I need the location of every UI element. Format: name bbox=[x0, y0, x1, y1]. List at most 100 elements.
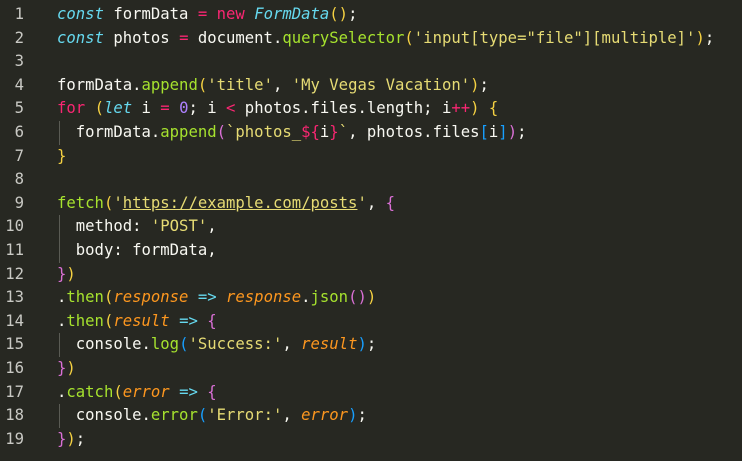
code-text[interactable]: } bbox=[57, 145, 66, 169]
code-token: response bbox=[226, 288, 302, 307]
code-token: ) bbox=[66, 264, 76, 283]
code-text[interactable]: .then(response => response.json()) bbox=[57, 286, 376, 310]
line-number: 8 bbox=[14, 170, 24, 189]
code-token: { bbox=[385, 193, 396, 212]
code-token: i bbox=[132, 99, 161, 118]
code-text[interactable]: formData.append(`photos_${i}`, photos.fi… bbox=[57, 121, 527, 145]
code-token: 'POST' bbox=[150, 217, 208, 236]
code-line[interactable]: 6 formData.append(`photos_${i}`, photos.… bbox=[0, 120, 742, 145]
code-token: . bbox=[57, 311, 67, 330]
code-token: method: bbox=[57, 217, 151, 236]
code-token: { bbox=[207, 311, 217, 330]
line-number: 15 bbox=[5, 335, 24, 354]
code-line[interactable]: 11 body: formData, bbox=[0, 238, 742, 263]
code-token: document. bbox=[188, 28, 283, 47]
code-token: ( bbox=[103, 311, 114, 330]
code-token: then bbox=[66, 311, 104, 330]
code-line[interactable]: 19}); bbox=[0, 428, 742, 452]
code-token: result bbox=[301, 335, 358, 354]
code-token: , bbox=[282, 406, 302, 425]
code-token: } bbox=[57, 264, 67, 283]
code-line[interactable]: 4 formData.append('title', 'My Vegas Vaca… bbox=[0, 74, 742, 98]
code-token: } bbox=[57, 358, 67, 377]
code-line[interactable]: 15 console.log('Success:', result); bbox=[0, 333, 742, 357]
code-text[interactable]: console.log('Success:', result); bbox=[57, 333, 376, 357]
code-token: const bbox=[57, 5, 104, 23]
line-number: 4 bbox=[14, 75, 24, 94]
line-number: 3 bbox=[14, 52, 24, 71]
code-token: , bbox=[272, 75, 292, 94]
code-text[interactable]: for (let i = 0; i < photos.files.length;… bbox=[57, 97, 498, 121]
code-line[interactable]: 13 .then(response => response.json()) bbox=[0, 286, 742, 310]
code-token: 'input[type="file"][multiple]' bbox=[413, 28, 696, 47]
code-token: ) bbox=[366, 288, 377, 307]
line-number: 17 bbox=[5, 382, 24, 401]
code-token: append bbox=[160, 122, 217, 141]
code-token: 'My Vegas Vacation' bbox=[291, 75, 471, 94]
code-token: `photos_ bbox=[226, 122, 302, 141]
code-token: log bbox=[150, 335, 180, 354]
code-token: ; bbox=[348, 5, 358, 23]
code-token: , bbox=[366, 193, 386, 212]
code-token: , bbox=[282, 335, 302, 354]
line-number: 5 bbox=[14, 99, 24, 118]
code-text[interactable]: const formData = new FormData(); bbox=[57, 3, 357, 27]
code-line[interactable]: 9 fetch('https://example.com/posts', { bbox=[0, 192, 742, 216]
code-text[interactable]: .catch(error => { bbox=[57, 381, 217, 405]
code-text[interactable]: const photos = document.querySelector('i… bbox=[57, 27, 714, 51]
code-text[interactable]: body: formData, bbox=[57, 239, 217, 263]
code-token: ${ bbox=[301, 122, 320, 141]
code-token: ) bbox=[470, 99, 480, 118]
line-number: 13 bbox=[5, 288, 24, 307]
code-line[interactable]: 2 const photos = document.querySelector('… bbox=[0, 27, 742, 51]
code-text[interactable]: .then(result => { bbox=[57, 310, 217, 334]
code-text[interactable]: }) bbox=[57, 263, 76, 287]
code-token: response bbox=[113, 288, 189, 307]
code-text[interactable]: console.error('Error:', error); bbox=[57, 404, 367, 428]
code-line[interactable]: 5 for (let i = 0; i < photos.files.length… bbox=[0, 97, 742, 121]
code-token: ( bbox=[103, 288, 114, 307]
code-token: ] bbox=[498, 122, 508, 141]
code-line[interactable]: 8 bbox=[0, 168, 742, 192]
code-token: ( bbox=[197, 75, 208, 94]
code-token: = bbox=[197, 5, 208, 23]
code-line[interactable]: 3 bbox=[0, 50, 742, 74]
code-token: ; bbox=[517, 122, 527, 141]
code-token: ; bbox=[704, 28, 715, 47]
code-text[interactable]: }) bbox=[57, 357, 76, 381]
code-token: ; bbox=[75, 429, 86, 448]
code-token: ; bbox=[479, 75, 489, 94]
code-token: 'Success:' bbox=[188, 335, 283, 354]
code-token: ) bbox=[66, 358, 76, 377]
code-token: fetch bbox=[57, 193, 104, 212]
code-text[interactable]: }); bbox=[57, 428, 85, 452]
code-token: console. bbox=[57, 406, 151, 425]
code-line[interactable]: 12}) bbox=[0, 263, 742, 287]
line-number: 12 bbox=[5, 264, 24, 283]
code-token: append bbox=[141, 75, 198, 94]
code-text[interactable]: method: 'POST', bbox=[57, 215, 217, 239]
code-line[interactable]: 16}) bbox=[0, 357, 742, 381]
code-line[interactable]: 10 method: 'POST', bbox=[0, 215, 742, 239]
code-token: [ bbox=[479, 122, 489, 141]
code-line[interactable]: 7} bbox=[0, 145, 742, 169]
code-line[interactable]: 17 .catch(error => { bbox=[0, 381, 742, 405]
line-number: 18 bbox=[5, 406, 24, 425]
line-number: 11 bbox=[5, 240, 24, 259]
code-token: ( bbox=[113, 382, 123, 401]
line-number: 6 bbox=[14, 122, 24, 141]
code-text[interactable]: fetch('https://example.com/posts', { bbox=[57, 192, 395, 216]
code-editor[interactable]: 1 const formData = new FormData(); 2 const … bbox=[0, 3, 742, 461]
code-line[interactable]: 18 console.error('Error:', error); bbox=[0, 404, 742, 428]
code-line[interactable]: 14 .then(result => { bbox=[0, 310, 742, 334]
code-token: ; i bbox=[188, 99, 227, 118]
code-token: ` bbox=[338, 122, 349, 141]
code-text[interactable]: formData.append('title', 'My Vegas Vacat… bbox=[57, 74, 489, 98]
code-token: () bbox=[329, 5, 349, 23]
code-line[interactable]: 1 const formData = new FormData(); bbox=[0, 3, 742, 27]
code-token: () bbox=[348, 288, 367, 307]
